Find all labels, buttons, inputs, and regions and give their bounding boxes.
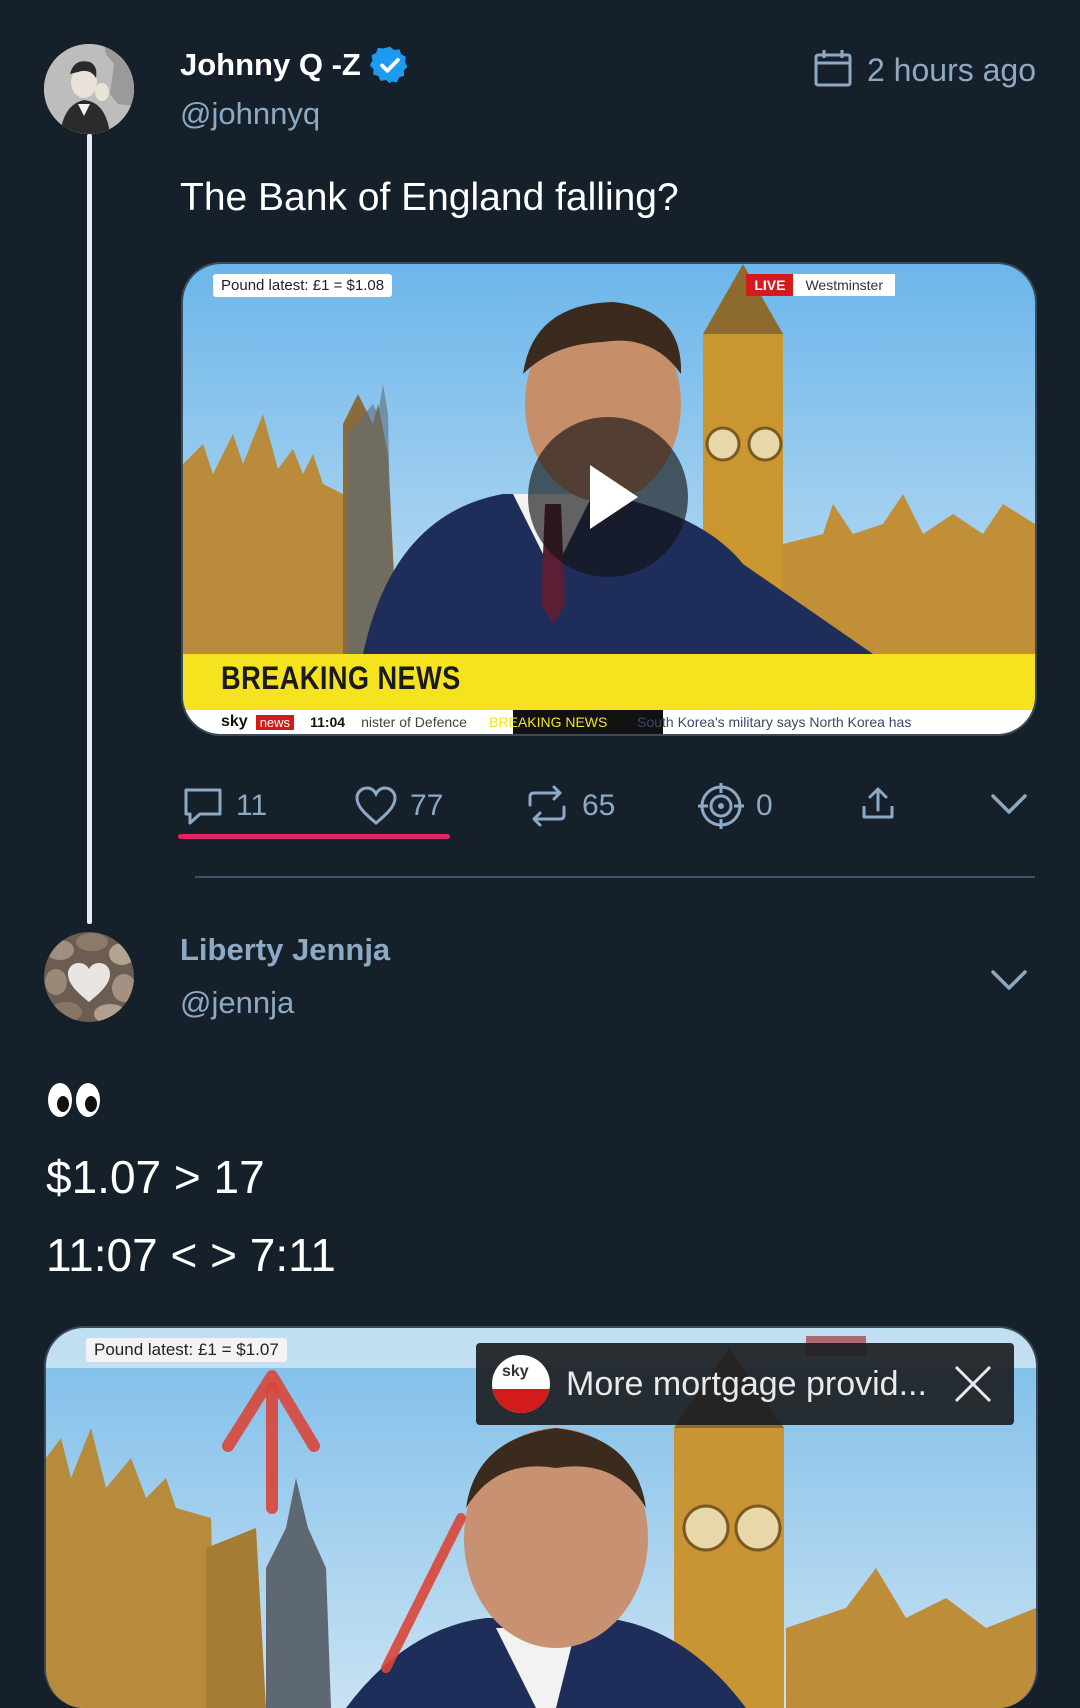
chevron-down-icon xyxy=(990,792,1028,816)
ticker-badge: BREAKING NEWS xyxy=(489,714,608,730)
ticker-bar: sky news 11:04 nister of Defence BREAKIN… xyxy=(221,711,911,733)
share-icon xyxy=(860,786,896,822)
more-options-button[interactable] xyxy=(990,792,1028,816)
pound-ticker: Pound latest: £1 = $1.08 xyxy=(213,274,393,297)
highlight-underline xyxy=(178,834,450,839)
share-button[interactable] xyxy=(860,786,896,822)
reply-author-handle[interactable]: @jennja xyxy=(180,985,294,1021)
location-label: Westminster xyxy=(793,274,895,296)
reply-avatar[interactable] xyxy=(44,932,134,1022)
reply-author-name[interactable]: Liberty Jennja xyxy=(180,932,390,968)
live-badge: LIVE Westminster xyxy=(746,274,895,296)
timestamp-text: 2 hours ago xyxy=(866,52,1036,88)
author-avatar[interactable] xyxy=(44,44,134,134)
notification-text: More mortgage provid... xyxy=(566,1364,927,1403)
crosshair-icon xyxy=(698,783,744,829)
sky-logo: sky xyxy=(221,713,248,730)
reply-button[interactable]: 11 xyxy=(182,785,267,827)
breaking-banner: BREAKING NEWS xyxy=(221,660,461,696)
reply-more-options-button[interactable] xyxy=(990,968,1028,997)
calendar-icon xyxy=(813,48,853,93)
reply-pound-ticker: Pound latest: £1 = $1.07 xyxy=(86,1338,287,1362)
retweet-button[interactable]: 65 xyxy=(524,785,615,827)
news-notification: sky More mortgage provid... xyxy=(476,1343,1014,1425)
sky-news-logo-text: sky xyxy=(502,1363,529,1380)
sky-news-logo: sky xyxy=(492,1355,550,1413)
target-button[interactable]: 0 xyxy=(698,783,773,829)
clock: 11:04 xyxy=(310,714,346,730)
timestamp: 2 hours ago xyxy=(813,48,1036,93)
heart-icon xyxy=(354,785,398,827)
play-button[interactable] xyxy=(528,417,688,577)
reply-image[interactable]: Pound latest: £1 = $1.07 sky More mortga… xyxy=(44,1326,1038,1708)
target-count: 0 xyxy=(756,789,773,822)
verified-badge-icon xyxy=(369,44,411,86)
ticker-right: South Korea's military says North Korea … xyxy=(637,714,912,730)
retweet-count: 65 xyxy=(582,789,616,822)
like-button[interactable]: 77 xyxy=(354,785,443,827)
eyes-emoji: 👀 xyxy=(46,1080,102,1125)
thread-line xyxy=(87,134,92,924)
reply-count: 11 xyxy=(236,789,268,822)
author-name[interactable]: Johnny Q -Z xyxy=(180,47,361,83)
video-thumbnail[interactable]: Pound latest: £1 = $1.08 LIVE Westminste… xyxy=(181,262,1037,736)
live-badge-label: LIVE xyxy=(746,274,794,296)
play-icon xyxy=(590,465,638,529)
reply-line-1: $1.07 > 17 xyxy=(46,1151,265,1203)
divider xyxy=(195,876,1035,878)
chevron-down-icon xyxy=(990,970,1028,996)
retweet-icon xyxy=(524,785,570,827)
tweet-text: The Bank of England falling? xyxy=(180,176,679,219)
news-logo: news xyxy=(255,714,295,730)
like-count: 77 xyxy=(410,789,444,822)
reply-line-2: 11:07 < > 7:11 xyxy=(46,1229,336,1281)
close-icon[interactable] xyxy=(952,1363,994,1410)
comment-icon xyxy=(182,785,224,827)
ticker-left: nister of Defence xyxy=(361,714,467,730)
author-handle[interactable]: @johnnyq xyxy=(180,96,320,132)
